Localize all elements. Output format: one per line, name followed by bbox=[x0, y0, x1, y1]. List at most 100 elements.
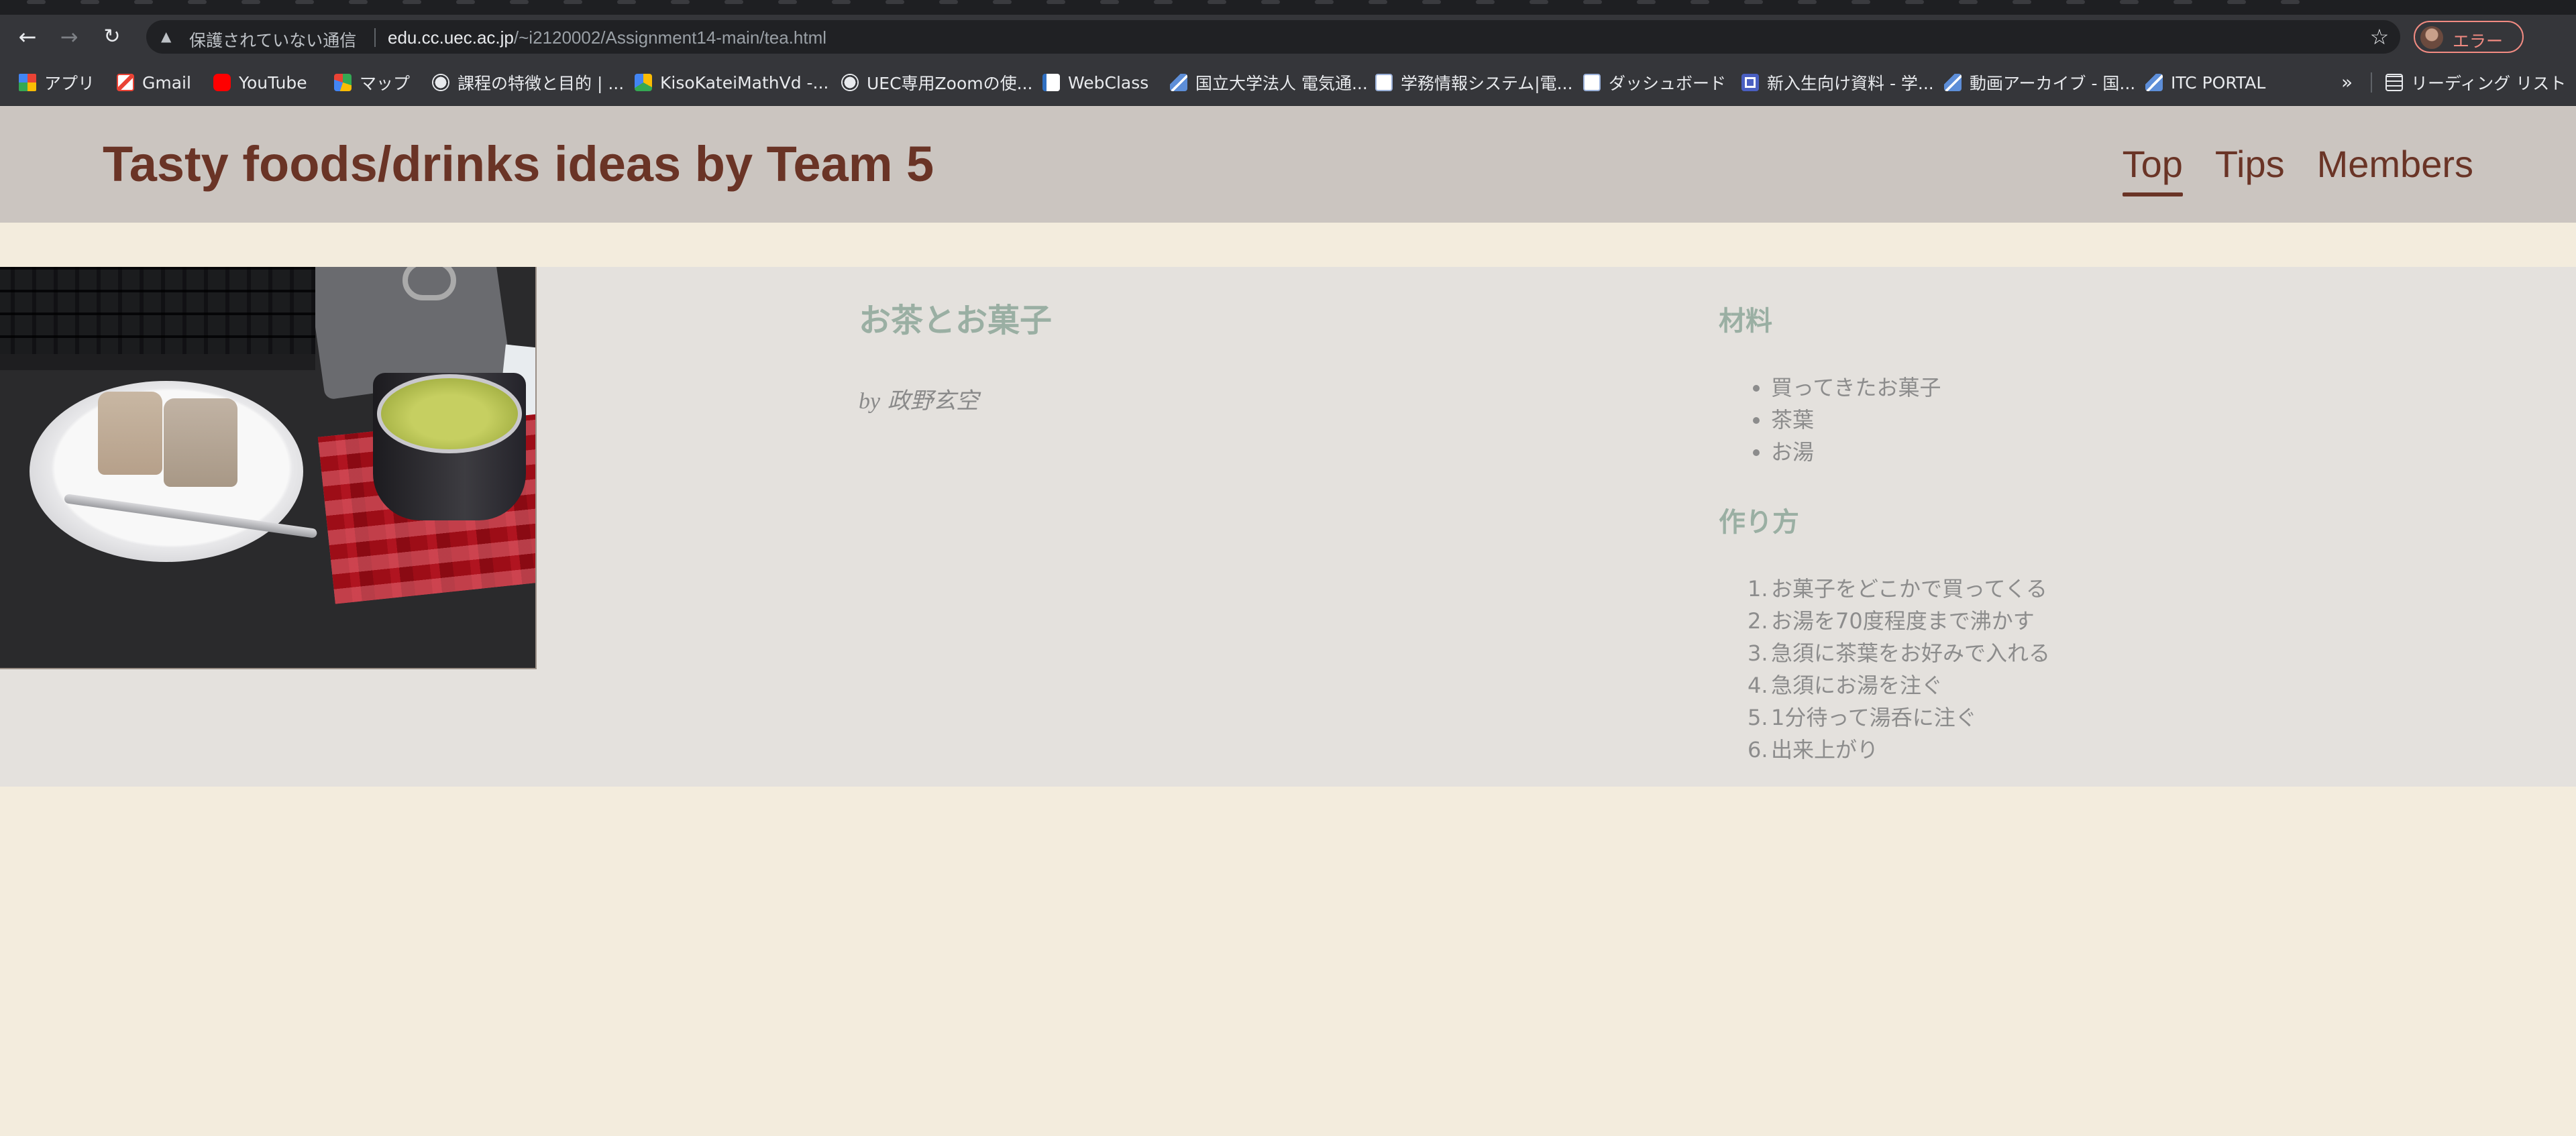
url-text[interactable]: edu.cc.uec.ac.jp/~i2120002/Assignment14-… bbox=[388, 27, 826, 48]
tab[interactable] bbox=[456, 0, 475, 4]
tab[interactable] bbox=[939, 0, 958, 4]
steps-heading: 作り方 bbox=[1719, 507, 1799, 538]
tab[interactable] bbox=[1690, 0, 1709, 4]
step-text: 出来上がり bbox=[1771, 737, 1879, 762]
tab[interactable] bbox=[778, 0, 797, 4]
bookmark-item-zoom[interactable]: UEC専用Zoomの使... bbox=[841, 71, 1032, 94]
bookmark-item-shinnyusei[interactable]: 新入生向け資料 - 学... bbox=[1741, 71, 1934, 94]
list-item: 6. 出来上がり bbox=[1748, 734, 2050, 766]
tab[interactable] bbox=[1046, 0, 1065, 4]
tab[interactable] bbox=[1959, 0, 1978, 4]
tab[interactable] bbox=[134, 0, 153, 4]
security-status[interactable]: 保護されていない通信 bbox=[189, 27, 356, 52]
tab[interactable] bbox=[27, 0, 46, 4]
reading-list-label: リーディング リスト bbox=[2411, 74, 2567, 93]
tab[interactable] bbox=[1637, 0, 1656, 4]
tab[interactable] bbox=[1851, 0, 1870, 4]
bookmark-label: 新入生向け資料 - 学... bbox=[1767, 74, 1934, 93]
tab[interactable] bbox=[1422, 0, 1441, 4]
reading-list-button[interactable]: リーディング リスト bbox=[2385, 71, 2566, 94]
bookmark-label: アプリ bbox=[44, 74, 95, 93]
profile-button[interactable]: エラー bbox=[2414, 21, 2524, 53]
tab[interactable] bbox=[1476, 0, 1495, 4]
maps-icon bbox=[334, 74, 352, 91]
tab[interactable] bbox=[2227, 0, 2246, 4]
bookmark-item-youtube[interactable]: YouTube bbox=[213, 71, 307, 94]
bookmark-label: Gmail bbox=[142, 72, 191, 93]
reload-icon[interactable]: ↻ bbox=[99, 24, 125, 50]
tab[interactable] bbox=[2174, 0, 2192, 4]
tab[interactable] bbox=[1208, 0, 1226, 4]
tab[interactable] bbox=[80, 0, 99, 4]
bookmark-label: 動画アーカイブ - 国... bbox=[1970, 74, 2136, 93]
forward-arrow-icon[interactable]: → bbox=[56, 24, 82, 50]
step-text: 急須に茶葉をお好みで入れる bbox=[1771, 640, 2051, 666]
nav-link-tips[interactable]: Tips bbox=[2215, 142, 2285, 191]
tab[interactable] bbox=[1529, 0, 1548, 4]
uec-icon bbox=[2145, 74, 2163, 91]
tab[interactable] bbox=[1154, 0, 1173, 4]
tab[interactable] bbox=[1368, 0, 1387, 4]
list-item: 1. お菓子をどこかで買ってくる bbox=[1748, 573, 2050, 605]
tab-strip bbox=[0, 0, 2576, 15]
tab[interactable] bbox=[2281, 0, 2300, 4]
steps-list: 1. お菓子をどこかで買ってくる 2. お湯を70度程度まで沸かす 3. 急須に茶葉を… bbox=[1748, 573, 2050, 766]
tab[interactable] bbox=[885, 0, 904, 4]
bookmark-item-itc-portal[interactable]: ITC PORTAL bbox=[2145, 71, 2265, 94]
tab[interactable] bbox=[724, 0, 743, 4]
bookmark-label: YouTube bbox=[239, 72, 307, 93]
bookmark-item-archive[interactable]: 動画アーカイブ - 国... bbox=[1944, 71, 2135, 94]
step-number: 1. bbox=[1748, 576, 1768, 602]
tab[interactable] bbox=[617, 0, 636, 4]
tab[interactable] bbox=[402, 0, 421, 4]
back-arrow-icon[interactable]: ← bbox=[15, 24, 40, 50]
bookmarks-bar: アプリ Gmail YouTube マップ 課程の特徴と目的 | ... Kis… bbox=[0, 59, 2576, 106]
nav-link-top[interactable]: Top bbox=[2122, 142, 2184, 196]
tab[interactable] bbox=[564, 0, 582, 4]
tab[interactable] bbox=[241, 0, 260, 4]
tab[interactable] bbox=[2012, 0, 2031, 4]
bookmark-item-apps[interactable]: アプリ bbox=[19, 71, 95, 94]
bookmark-item-kisokatei[interactable]: KisoKateiMathVd -... bbox=[635, 71, 828, 94]
tab[interactable] bbox=[1583, 0, 1602, 4]
bookmark-star-icon[interactable]: ☆ bbox=[2368, 25, 2391, 48]
tab[interactable] bbox=[510, 0, 529, 4]
tab[interactable] bbox=[1744, 0, 1763, 4]
site-header: Tasty foods/drinks ideas by Team 5 Top T… bbox=[0, 106, 2576, 223]
tab[interactable] bbox=[1100, 0, 1119, 4]
bookmark-item-uec[interactable]: 国立大学法人 電気通... bbox=[1170, 71, 1368, 94]
step-text: 1分待って湯呑に注ぐ bbox=[1771, 705, 1977, 730]
tab[interactable] bbox=[1905, 0, 1924, 4]
nav-link-members[interactable]: Members bbox=[2317, 142, 2473, 191]
bookmark-item-gakumu[interactable]: 学務情報システム|電... bbox=[1375, 71, 1573, 94]
tab[interactable] bbox=[188, 0, 207, 4]
warning-triangle-icon: ▲ bbox=[161, 28, 172, 44]
tab[interactable] bbox=[1261, 0, 1280, 4]
tab[interactable] bbox=[832, 0, 851, 4]
step-number: 6. bbox=[1748, 737, 1768, 762]
tab[interactable] bbox=[993, 0, 1012, 4]
globe-icon bbox=[841, 74, 859, 91]
docs-icon bbox=[1741, 74, 1759, 91]
site-title[interactable]: Tasty foods/drinks ideas by Team 5 bbox=[103, 135, 934, 192]
tab[interactable] bbox=[2120, 0, 2139, 4]
bookmark-label: 国立大学法人 電気通... bbox=[1195, 74, 1368, 93]
profile-error-label: エラー bbox=[2453, 32, 2504, 51]
tab[interactable] bbox=[2066, 0, 2085, 4]
bookmark-item-maps[interactable]: マップ bbox=[334, 71, 410, 94]
tab[interactable] bbox=[295, 0, 314, 4]
bookmark-item-course[interactable]: 課程の特徴と目的 | ... bbox=[432, 71, 624, 94]
bookmark-item-dashboard[interactable]: ダッシュボード bbox=[1583, 71, 1726, 94]
bookmark-item-gmail[interactable]: Gmail bbox=[117, 71, 191, 94]
author-name: 政野玄空 bbox=[887, 388, 979, 414]
recipe-photo bbox=[0, 267, 537, 669]
tab[interactable] bbox=[671, 0, 690, 4]
tab[interactable] bbox=[1315, 0, 1334, 4]
tab[interactable] bbox=[1798, 0, 1817, 4]
tab[interactable] bbox=[349, 0, 368, 4]
address-bar[interactable]: ▲ 保護されていない通信 edu.cc.uec.ac.jp/~i2120002/… bbox=[146, 20, 2400, 54]
bookmarks-overflow-button[interactable]: » bbox=[2341, 71, 2353, 93]
bookmark-item-webclass[interactable]: WebClass bbox=[1042, 71, 1148, 94]
list-item: 茶葉 bbox=[1771, 404, 1941, 436]
url-host: edu.cc.uec.ac.jp bbox=[388, 27, 514, 48]
